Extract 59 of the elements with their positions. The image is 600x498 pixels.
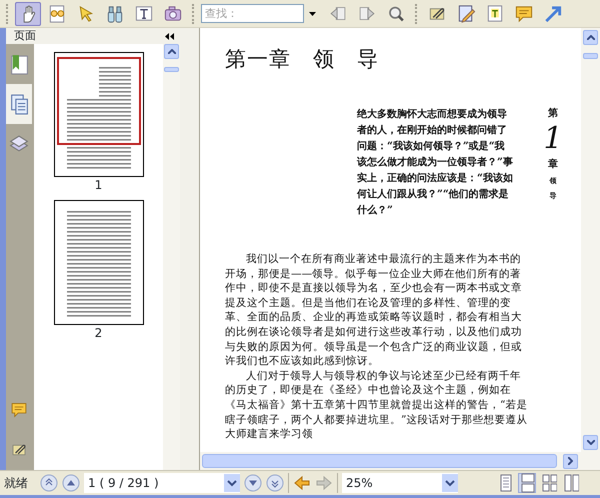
caret-up-icon xyxy=(586,35,594,40)
dropdown-caret-icon[interactable] xyxy=(309,12,316,16)
page-layout-button[interactable] xyxy=(562,473,580,493)
arrow-icon xyxy=(293,475,311,491)
panel-splitter[interactable] xyxy=(180,28,200,470)
next-page-button[interactable] xyxy=(244,474,262,492)
body-paragraph: 人们对于领导人与领导权的争议与论述至少已经有两千年的历史了，即便是在《圣经》中也曾论及这个主题，例如在《马太福音》第十五章第十四节里就曾提出这样的警告，“若是瞎子领瞎子，两个人都要掉进坑里。”这段话对于那些想要遵从大师建言来学习领 xyxy=(225,368,528,442)
chapter-tab-text: 第 xyxy=(548,106,558,121)
arrow-icon xyxy=(315,475,333,491)
page-number: 1 xyxy=(94,178,102,192)
page-layout-button[interactable] xyxy=(518,473,536,493)
page-number: 2 xyxy=(94,326,102,340)
find-next-icon xyxy=(358,4,376,22)
hand-tool-button[interactable] xyxy=(15,2,41,26)
chapter-tab-text: 1 xyxy=(543,121,563,157)
text-select-icon xyxy=(134,4,154,24)
text-box-icon xyxy=(485,4,505,24)
scroll-up-button[interactable] xyxy=(583,30,598,45)
binoculars-icon xyxy=(105,4,125,24)
page-layout-button[interactable] xyxy=(540,473,558,493)
scrollbar-thumb[interactable] xyxy=(202,454,557,468)
last-page-button[interactable] xyxy=(266,474,284,492)
arrow-icon xyxy=(543,4,563,24)
camera-icon xyxy=(163,4,183,24)
search-icon xyxy=(387,4,405,22)
comment-icon xyxy=(10,401,28,419)
page-layout-icon xyxy=(519,473,535,493)
body-paragraph: 我们以一个在所有商业著述中最流行的主题来作为本书的开场，那便是——领导。似乎每一位企业大师在他们所有的著作中，即使不是直接以领导为名，至少也会有一两本书或文章提及这个主题。但是当他们在论及管理的多样性、管理的变革、全面的品质、企业的再造或策略等议题时，都会有相当大的比例在谈论领导者是如何进行这些改革行动，以及他们成功与失败的原因为何。领导虽是一个包含广泛的商业议题，但或许我们也不应该如此感到惊讶。 xyxy=(225,252,523,369)
bookmark-icon xyxy=(8,53,30,75)
page-layout-icon xyxy=(563,473,579,493)
pages-tab[interactable] xyxy=(6,84,32,124)
scroll-up-button[interactable] xyxy=(164,44,179,59)
glasses-icon xyxy=(47,4,67,24)
scrollbar-thumb[interactable] xyxy=(164,67,179,72)
caret-down-icon xyxy=(586,440,594,445)
epigraph-text: 绝大多数胸怀大志而想要成为领导者的人，在刚开始的时候都问错了问题：“我该如何领导？”或是“我该怎么做才能成为一位领导者？”事实上，正确的问法应该是：“我该如何让人们跟从我？”“他们的需求是什么？” xyxy=(357,107,513,218)
first-page-button[interactable] xyxy=(40,474,58,492)
status-text: 就绪 xyxy=(4,475,28,492)
scroll-right-button[interactable] xyxy=(563,454,578,468)
find-previous-icon xyxy=(329,4,347,22)
caret-right-icon xyxy=(568,457,573,465)
scrollbar-thumb[interactable] xyxy=(583,53,598,59)
chapter-heading: 第一章 领 导 xyxy=(225,46,380,72)
scroll-down-button[interactable] xyxy=(583,435,598,450)
zoom-field[interactable]: 25% xyxy=(342,473,458,493)
caret-down-icon xyxy=(442,474,458,492)
note-pencil-icon xyxy=(456,4,476,24)
comment-icon xyxy=(514,4,534,24)
page-number-field[interactable]: 1 ( 9 / 291 ) xyxy=(84,473,240,493)
caret-down-icon xyxy=(224,474,240,492)
page-layout-icon xyxy=(541,473,557,493)
panel-title: 页面 xyxy=(14,28,36,44)
caret-up-icon xyxy=(168,49,176,54)
previous-page-button[interactable] xyxy=(62,474,80,492)
search-field[interactable]: 查找： xyxy=(201,4,304,23)
pages-icon xyxy=(8,93,30,115)
chapter-tab-text: 章 xyxy=(548,157,558,172)
back-button[interactable] xyxy=(293,474,311,492)
collapse-icon[interactable] xyxy=(165,32,174,40)
